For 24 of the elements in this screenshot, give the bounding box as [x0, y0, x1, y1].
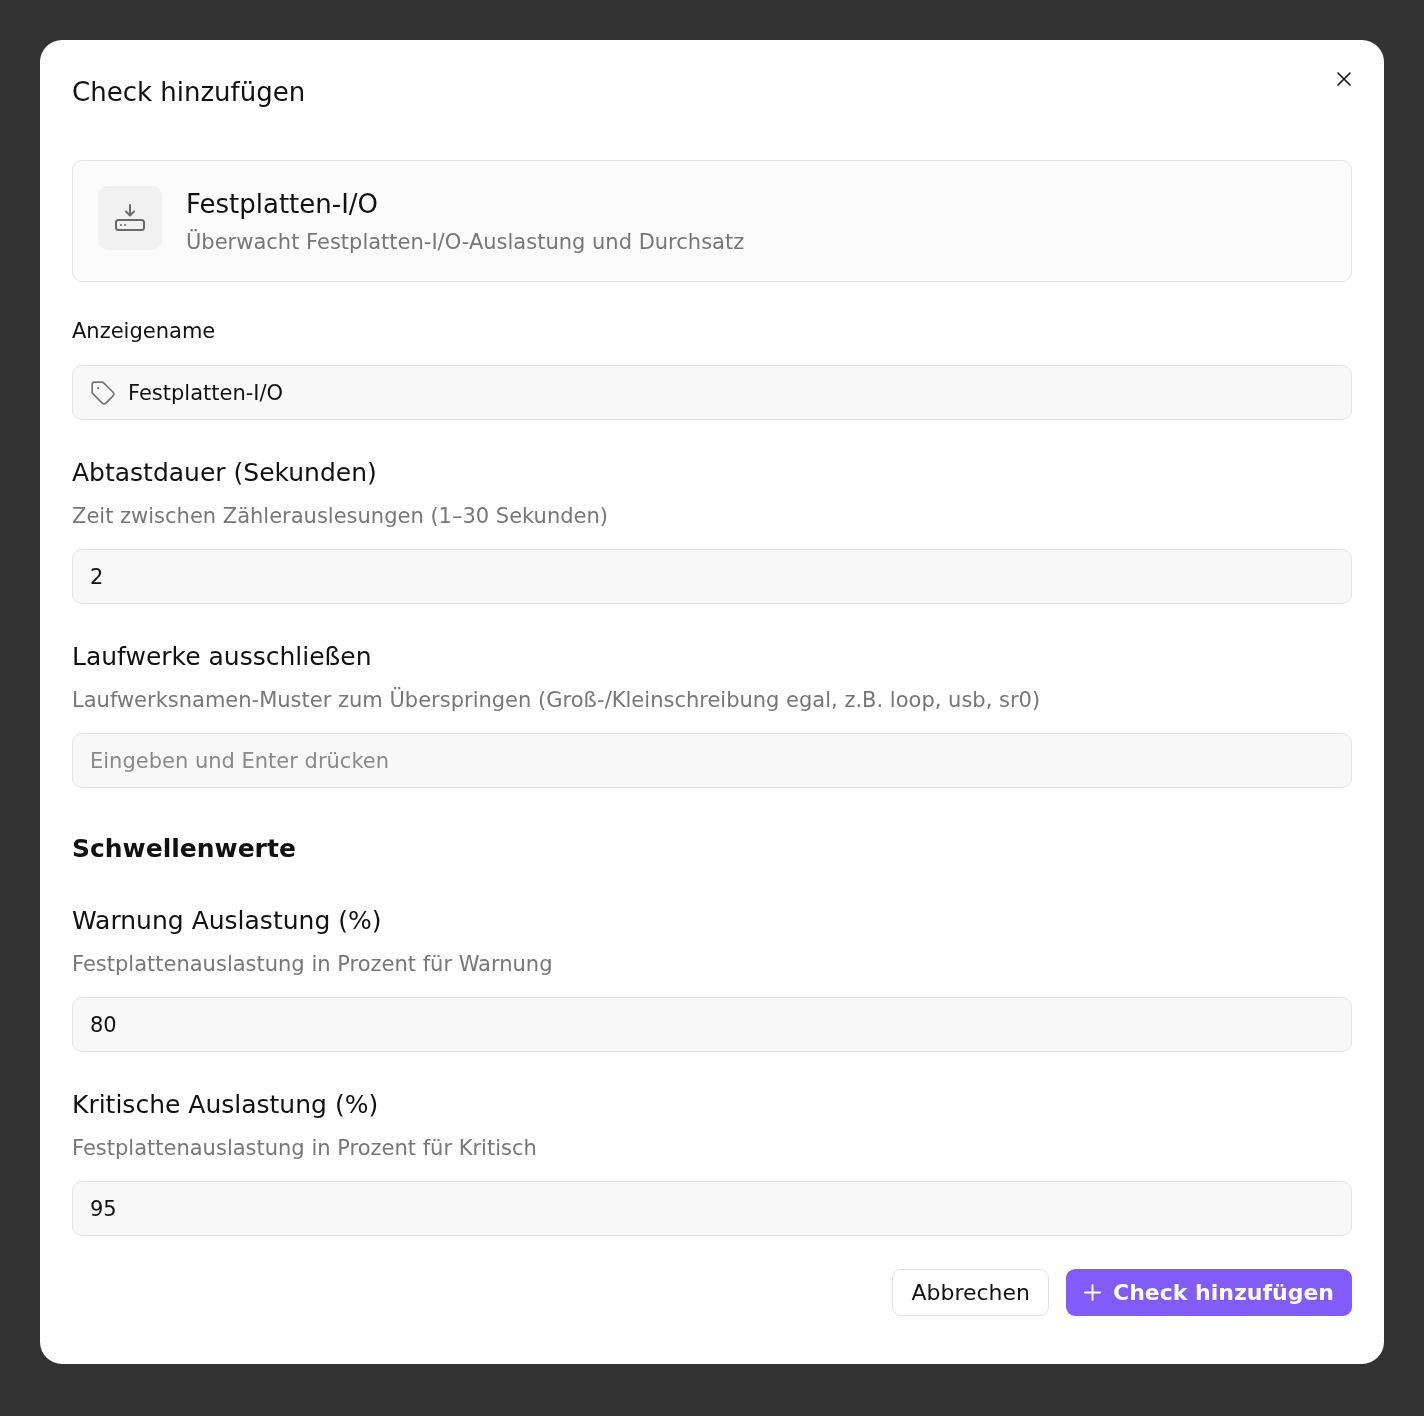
close-button[interactable] [1336, 71, 1352, 87]
field-description: Laufwerksnamen-Muster zum Überspringen (Groß-/Kleinschreibung egal, z.B. loop, usb, sr0) [72, 686, 1042, 714]
display-name-field[interactable]: Festplatten-I/O [72, 365, 1352, 420]
check-type-description: Überwacht Festplatten-I/O-Auslastung und Durchsatz [186, 228, 745, 256]
plus-icon [1084, 1284, 1102, 1301]
field-label: Laufwerke ausschließen [72, 641, 373, 673]
field-label: Warnung Auslastung (%) [72, 905, 383, 937]
section-heading: Schwellenwerte [72, 833, 297, 865]
tag-icon [90, 379, 116, 406]
field-description: Festplattenauslastung in Prozent für Kritisch [72, 1135, 538, 1162]
field-label: Abtastdauer (Sekunden) [72, 457, 378, 489]
field-label: Anzeigename [72, 318, 217, 345]
close-icon [1336, 71, 1352, 87]
input-field[interactable]: 80 [72, 997, 1352, 1052]
field-description: Festplattenauslastung in Prozent für Warnung [72, 951, 554, 978]
input-field[interactable]: 95 [72, 1181, 1352, 1236]
add-check-button[interactable]: Check hinzufügen [1066, 1269, 1352, 1316]
dialog-title: Check hinzufügen [72, 76, 306, 108]
field-label: Kritische Auslastung (%) [72, 1089, 380, 1121]
input-field[interactable]: 2 [72, 549, 1352, 604]
field-description: Zeit zwischen Zählerauslesungen (1–30 Sekunden) [72, 503, 609, 530]
cancel-button[interactable]: Abbrechen [892, 1269, 1050, 1316]
disk-download-icon [98, 186, 162, 250]
check-type-name: Festplatten-I/O [186, 188, 380, 221]
